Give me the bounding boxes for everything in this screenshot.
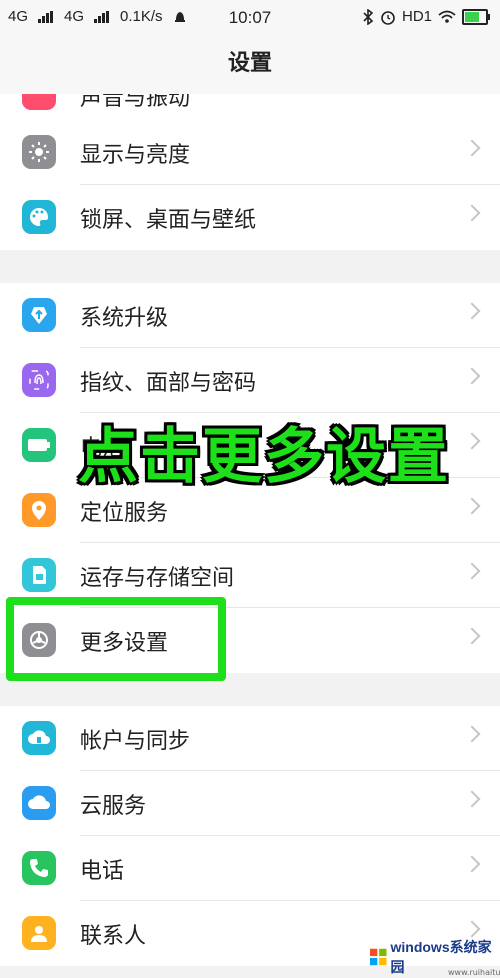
chevron-right-icon xyxy=(463,627,481,645)
hd-label: HD1 xyxy=(401,8,432,25)
fingerprint-icon xyxy=(22,363,56,397)
cloud-icon xyxy=(22,786,56,820)
watermark-url: www.ruihaitu.com xyxy=(448,968,500,977)
status-bar: 4G 4G 0.1K/s 10:07 HD1 xyxy=(0,0,500,34)
settings-item-label: 联系人 xyxy=(80,923,147,949)
alarm-icon xyxy=(381,10,395,25)
sun-icon xyxy=(22,135,56,169)
settings-item-fingerprint[interactable]: 指纹、面部与密码 xyxy=(0,348,500,413)
battery-icon xyxy=(22,428,56,462)
chevron-right-icon xyxy=(463,432,481,450)
battery-status-icon xyxy=(462,8,490,25)
chevron-right-icon xyxy=(463,302,481,320)
settings-item-label: 云服务 xyxy=(80,793,147,819)
settings-item-label: 运存与存储空间 xyxy=(80,565,235,591)
upgrade-icon xyxy=(22,298,56,332)
chevron-right-icon xyxy=(463,920,481,938)
settings-group-3: 帐户与同步 云服务 电话 联系人 xyxy=(0,706,500,966)
settings-item-phone[interactable]: 电话 xyxy=(0,836,500,901)
highlight-box xyxy=(6,597,226,681)
settings-item-cloud-service[interactable]: 云服务 xyxy=(0,771,500,836)
chevron-right-icon xyxy=(463,790,481,808)
windows-logo-icon xyxy=(370,948,387,966)
tutorial-caption: 点击更多设置 xyxy=(78,422,450,492)
phone-icon xyxy=(22,851,56,885)
settings-item-accounts[interactable]: 帐户与同步 xyxy=(0,706,500,771)
settings-item-lockscreen[interactable]: 锁屏、桌面与壁纸 xyxy=(0,185,500,250)
palette-icon xyxy=(22,200,56,234)
settings-item-label: 定位服务 xyxy=(80,500,169,526)
status-right: HD1 xyxy=(362,8,490,25)
chevron-right-icon xyxy=(463,204,481,222)
settings-item-label: 指纹、面部与密码 xyxy=(80,370,257,396)
sound-icon xyxy=(22,94,56,110)
settings-item-system-update[interactable]: 系统升级 xyxy=(0,283,500,348)
location-icon xyxy=(22,493,56,527)
chevron-right-icon xyxy=(463,855,481,873)
settings-group-1: 显示与亮度 锁屏、桌面与壁纸 xyxy=(0,120,500,250)
chevron-right-icon xyxy=(463,367,481,385)
settings-item-label: 显示与亮度 xyxy=(80,142,191,168)
settings-item-label: 系统升级 xyxy=(80,305,169,331)
wifi-icon xyxy=(438,10,456,23)
chevron-right-icon xyxy=(463,562,481,580)
storage-icon xyxy=(22,558,56,592)
settings-item-label: 锁屏、桌面与壁纸 xyxy=(80,207,257,233)
settings-item-label: 电话 xyxy=(80,858,125,884)
chevron-right-icon xyxy=(463,497,481,515)
contact-icon xyxy=(22,916,56,950)
page-title: 设置 xyxy=(0,34,500,94)
chevron-right-icon xyxy=(463,139,481,157)
chevron-right-icon xyxy=(463,725,481,743)
settings-item-display[interactable]: 显示与亮度 xyxy=(0,120,500,185)
settings-item-label: 帐户与同步 xyxy=(80,728,191,754)
cloud-sync-icon xyxy=(22,721,56,755)
bluetooth-icon xyxy=(363,8,374,25)
settings-item-label: 声音与振动 xyxy=(80,94,191,111)
